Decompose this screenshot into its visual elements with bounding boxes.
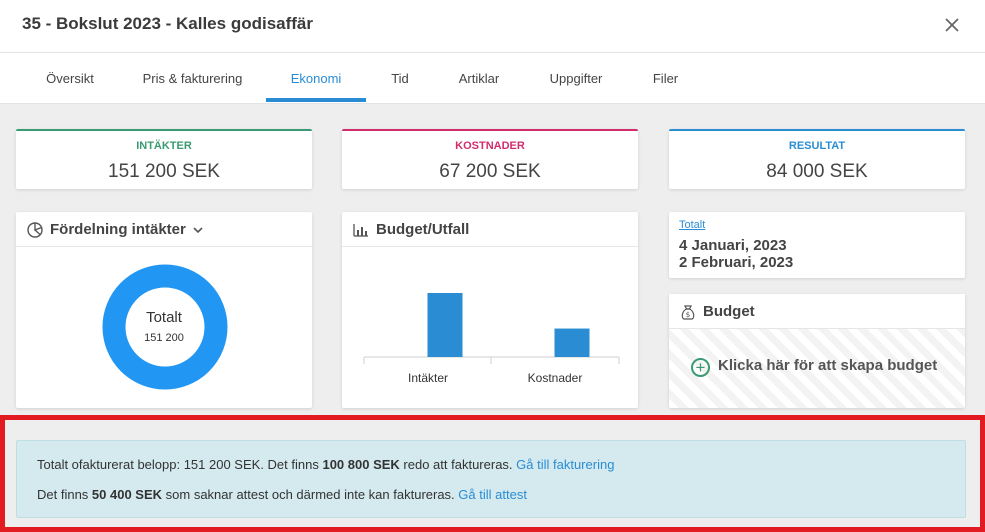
dialog-header: 35 - Bokslut 2023 - Kalles godisaffär <box>0 0 985 53</box>
income-distribution-panel: Fördelning intäkter Totalt 151 200 <box>16 212 312 408</box>
budget-outcome-panel: Budget/Utfall Intäkter Kostnader <box>342 212 638 408</box>
create-budget-button[interactable]: + Klicka här för att skapa budget <box>691 357 937 377</box>
period-total-link[interactable]: Totalt <box>679 219 705 231</box>
go-to-invoicing-link[interactable]: Gå till fakturering <box>516 457 614 472</box>
info-line-1-text-end: redo att faktureras. <box>399 457 517 472</box>
go-to-attest-link[interactable]: Gå till attest <box>458 487 527 502</box>
uninvoiced-info-box: Totalt ofakturerat belopp: 151 200 SEK. … <box>16 440 966 518</box>
kpi-income-label: INTÄKTER <box>136 140 192 152</box>
info-line-1: Totalt ofakturerat belopp: 151 200 SEK. … <box>37 457 614 472</box>
kpi-result-card: RESULTAT 84 000 SEK <box>669 129 965 189</box>
budget-card: $ Budget + Klicka här för att skapa budge… <box>669 294 965 408</box>
kpi-costs-label: KOSTNADER <box>455 140 525 152</box>
bar-chart-icon <box>353 224 368 237</box>
active-tab-indicator <box>266 98 366 102</box>
tab-uppgifter[interactable]: Uppgifter <box>535 53 617 104</box>
kpi-costs-card: KOSTNADER 67 200 SEK <box>342 129 638 189</box>
distribution-title: Fördelning intäkter <box>50 221 186 238</box>
tab-filer[interactable]: Filer <box>638 53 693 104</box>
kpi-result-value: 84 000 SEK <box>766 161 868 182</box>
tab-oversikt[interactable]: Översikt <box>30 53 110 104</box>
tab-tid[interactable]: Tid <box>375 53 425 104</box>
pie-chart-icon <box>27 222 43 238</box>
bar-label-intakter: Intäkter <box>407 371 449 385</box>
kpi-costs-value: 67 200 SEK <box>439 161 541 182</box>
bar-intäkter <box>427 293 463 357</box>
chevron-down-icon[interactable] <box>192 224 204 236</box>
budget-outcome-header: Budget/Utfall <box>342 212 638 247</box>
info-line-2: Det finns 50 400 SEK som saknar attest o… <box>37 487 527 502</box>
tab-artiklar[interactable]: Artiklar <box>445 53 513 104</box>
budget-header: $ Budget <box>669 294 965 329</box>
budget-outcome-title: Budget/Utfall <box>376 221 470 238</box>
tab-pris-fakturering[interactable]: Pris & fakturering <box>130 53 255 104</box>
info-line-2-text: Det finns <box>37 487 92 502</box>
tab-ekonomi[interactable]: Ekonomi <box>266 53 366 104</box>
svg-text:$: $ <box>686 311 690 319</box>
period-start-date: 4 Januari, 2023 <box>679 237 787 254</box>
kpi-income-card: INTÄKTER 151 200 SEK <box>16 129 312 189</box>
budget-title: Budget <box>703 303 755 320</box>
bar-kostnader <box>554 328 590 357</box>
info-line-1-text: Totalt ofakturerat belopp: 151 200 SEK. … <box>37 457 323 472</box>
money-bag-icon: $ <box>681 305 695 320</box>
dialog-title: 35 - Bokslut 2023 - Kalles godisaffär <box>22 14 313 33</box>
kpi-income-value: 151 200 SEK <box>108 161 220 182</box>
distribution-header[interactable]: Fördelning intäkter <box>16 212 312 247</box>
create-budget-label: Klicka här för att skapa budget <box>718 357 938 374</box>
period-end-date: 2 Februari, 2023 <box>679 254 794 271</box>
close-icon[interactable] <box>942 15 962 35</box>
donut-chart <box>102 264 228 390</box>
period-card: Totalt 4 Januari, 2023 2 Februari, 2023 <box>669 212 965 278</box>
missing-attest-amount: 50 400 SEK <box>91 487 163 502</box>
tab-bar: Översikt Pris & fakturering Ekonomi Tid … <box>0 53 985 104</box>
ready-to-invoice-amount: 100 800 SEK <box>322 457 400 472</box>
donut-center-value: 151 200 <box>144 332 184 344</box>
info-line-2-text-end: som saknar attest och därmed inte kan fa… <box>162 487 459 502</box>
plus-circle-icon: + <box>691 358 710 377</box>
budget-outcome-chart <box>363 293 620 364</box>
kpi-result-label: RESULTAT <box>788 140 846 152</box>
bar-label-kostnader: Kostnader <box>527 371 583 385</box>
donut-center-label: Totalt <box>146 309 182 326</box>
